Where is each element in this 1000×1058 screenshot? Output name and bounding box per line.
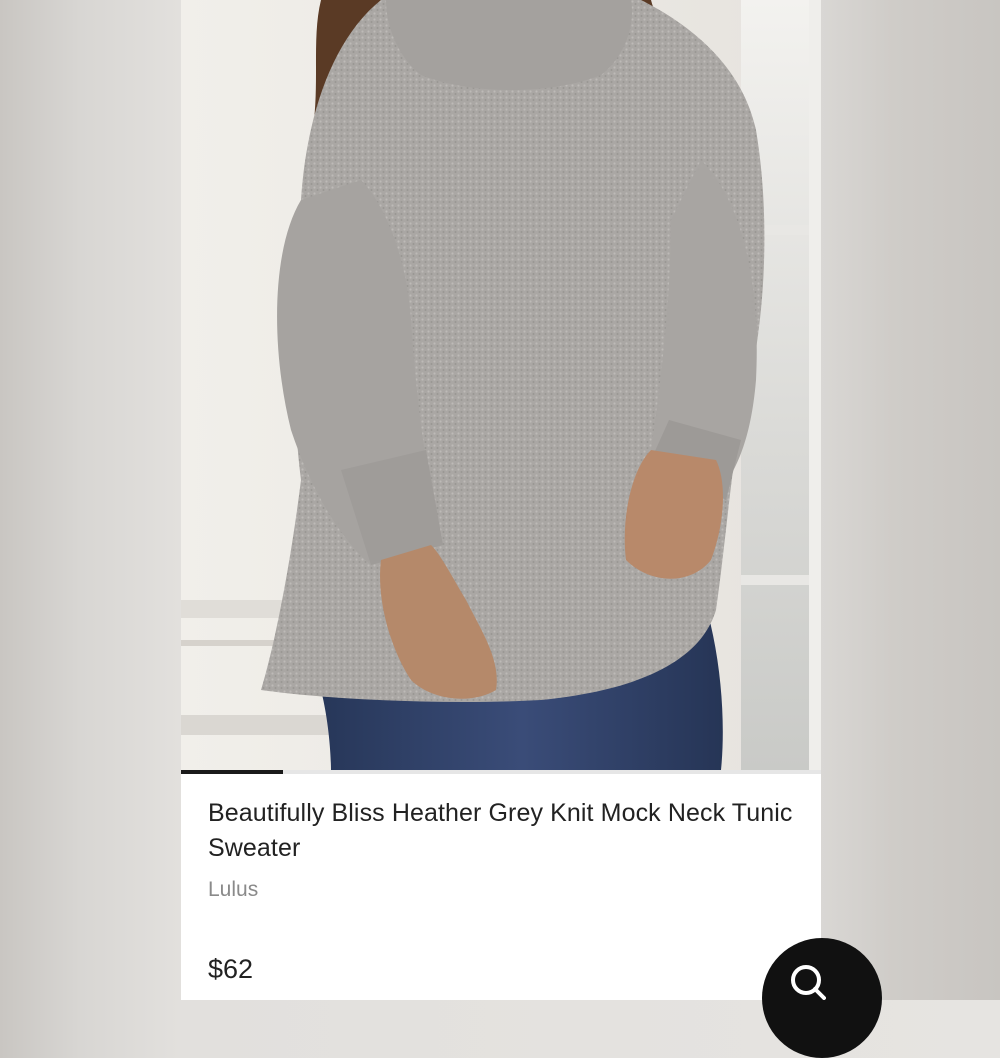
product-title: Beautifully Bliss Heather Grey Knit Mock… (208, 799, 793, 862)
search-icon (791, 965, 826, 1000)
product-image[interactable] (181, 0, 821, 770)
background-right (821, 0, 1000, 1000)
gallery-progress-fill (181, 770, 284, 774)
search-button[interactable] (762, 938, 882, 1058)
gallery-progress (181, 770, 821, 774)
product-price: $62 (208, 954, 254, 984)
brand-name[interactable]: Lulus (208, 878, 258, 902)
product-card[interactable]: Beautifully Bliss Heather Grey Knit Mock… (181, 0, 821, 1000)
